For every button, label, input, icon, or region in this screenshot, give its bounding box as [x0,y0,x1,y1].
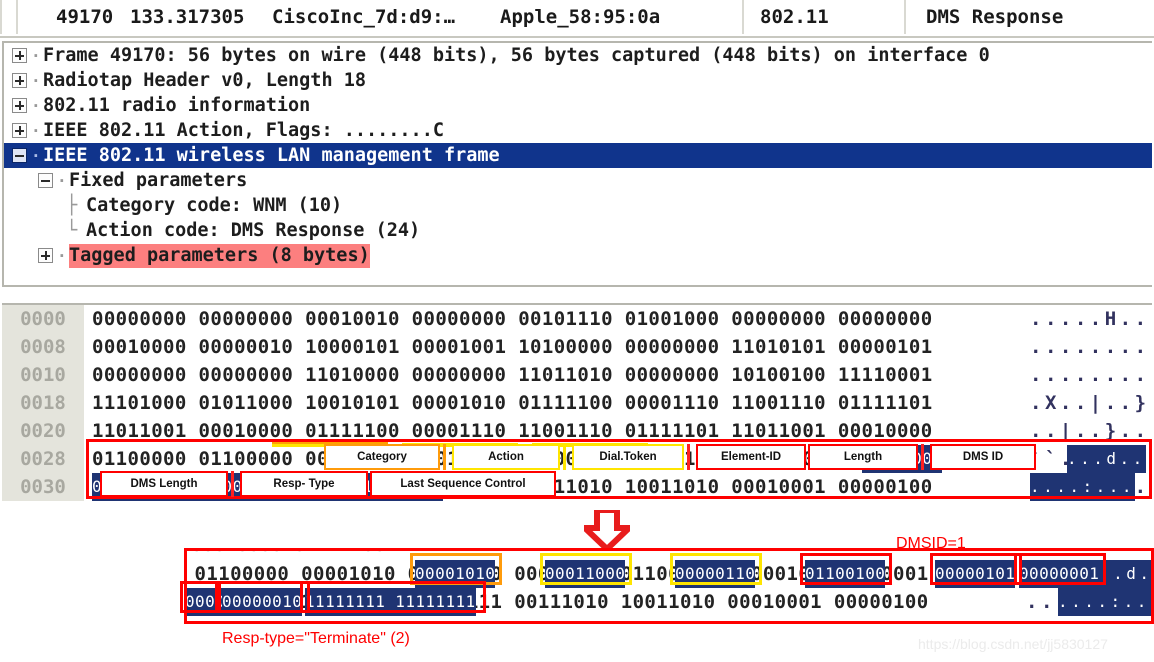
hex-offset: 0010 [2,361,84,389]
annotation-resp-type: Resp- Type [240,471,368,497]
annotation-category: Category [324,444,440,470]
expand-icon[interactable] [12,123,27,138]
detail-row-label: IEEE 802.11 wireless LAN management fram… [43,145,500,166]
annotation-separator [231,471,234,497]
annotation-element-id: Element-ID [696,444,806,470]
annotation-dialog-token: Dial.Token [572,444,684,470]
annotation-last-sequence-control: Last Sequence Control [370,471,556,497]
watermark: https://blog.csdn.net/jj5830127 [918,636,1108,652]
packet-info: DMS Response [926,6,1064,28]
detail-row-label: Fixed parameters [69,170,248,191]
annotation-separator [921,444,924,470]
packet-source: CiscoInc_7d:d9:… [272,6,456,28]
column-separator [16,0,18,34]
hex-bytes: 11101000 01011000 10010101 00001010 0111… [92,392,933,414]
expand-icon[interactable] [12,98,27,113]
packet-list-row[interactable]: 49170 133.317305 CiscoInc_7d:d9:… Apple_… [0,0,1154,34]
hex-bytes: 00000000 00000000 11010000 00000000 1101… [92,364,933,386]
detail-row[interactable]: ··Radiotap Header v0, Length 18 [4,68,1152,93]
collapse-icon[interactable] [38,173,53,188]
hex-offset: 0030 [2,473,84,501]
tree-leaf-connector: └ [66,220,78,241]
tree-connector: ·· [31,121,43,140]
annotation-dms-id: DMS ID [930,444,1036,470]
tree-connector: ·· [31,46,43,65]
annotation-frame-bottom [184,548,1154,624]
column-separator [0,0,2,34]
annotation-dms-length: DMS Length [100,471,228,497]
tree-connector: ·· [31,96,43,115]
hex-ascii: .....H.. [1030,308,1150,330]
annotation-separator [443,444,446,470]
hex-ascii: ........ [1030,364,1150,386]
tree-connector: ·· [57,246,69,265]
detail-row[interactable]: ··Frame 49170: 56 bytes on wire (448 bit… [4,43,1152,68]
detail-row-label: Frame 49170: 56 bytes on wire (448 bits)… [43,45,990,66]
detail-row-label: Radiotap Header v0, Length 18 [43,70,367,91]
hex-ascii: ........ [1030,336,1150,358]
tree-connector: ·· [31,146,43,165]
packet-list-pane[interactable]: 49170 133.317305 CiscoInc_7d:d9:… Apple_… [0,0,1154,38]
packet-protocol: 802.11 [760,6,829,28]
hex-offset: 0000 [2,305,84,333]
tree-leaf-connector: ├ [66,195,78,216]
hex-bytes: 00000000 00000000 00010010 00000000 0010… [92,308,933,330]
annotation-separator [687,444,690,470]
detail-row[interactable]: ··IEEE 802.11 wireless LAN management fr… [4,143,1152,168]
expand-icon[interactable] [38,248,53,263]
packet-details-pane[interactable]: ··Frame 49170: 56 bytes on wire (448 bit… [2,41,1152,287]
hex-ascii: .X..|..} [1030,392,1150,414]
annotation-separator [563,444,566,470]
detail-row[interactable]: ··Fixed parameters [4,168,1152,193]
collapse-icon[interactable] [12,148,27,163]
down-arrow-icon [577,507,637,554]
expand-icon[interactable] [12,48,27,63]
packet-time: 133.317305 [130,6,245,28]
detail-row-label: Category code: WNM (10) [86,195,343,216]
caption-resp-type: Resp-type="Terminate" (2) [222,630,410,647]
detail-row[interactable]: ··Tagged parameters (8 bytes) [4,243,1152,268]
tree-connector: ·· [57,171,69,190]
packet-no: 49170 [56,6,114,28]
detail-row-label: Tagged parameters (8 bytes) [69,243,370,268]
annotation-length: Length [808,444,918,470]
detail-row[interactable]: ├ Category code: WNM (10) [4,193,1152,218]
detail-row-label: 802.11 radio information [43,95,311,116]
tree-connector: ·· [31,71,43,90]
detail-row[interactable]: ··802.11 radio information [4,93,1152,118]
column-separator [904,0,906,34]
detail-row[interactable]: └ Action code: DMS Response (24) [4,218,1152,243]
hex-offset: 0020 [2,417,84,445]
column-separator [742,0,744,34]
hex-row[interactable]: 0000 00000000 00000000 00010010 00000000 … [2,305,1152,333]
hex-offset: 0028 [2,445,84,473]
hex-offset: 0008 [2,333,84,361]
hex-offset: 0018 [2,389,84,417]
hex-row[interactable]: 0008 00010000 00000010 10000101 00001001 … [2,333,1152,361]
detail-row-label: IEEE 802.11 Action, Flags: ........C [43,120,444,141]
detail-row[interactable]: ··IEEE 802.11 Action, Flags: ........C [4,118,1152,143]
detail-row-label: Action code: DMS Response (24) [86,220,421,241]
hex-bytes: 00010000 00000010 10000101 00001001 1010… [92,336,933,358]
hex-row[interactable]: 0010 00000000 00000000 11010000 00000000 … [2,361,1152,389]
packet-destination: Apple_58:95:0a [500,6,661,28]
annotation-action: Action [452,444,560,470]
hex-row[interactable]: 0018 11101000 01011000 10010101 00001010 … [2,389,1152,417]
expand-icon[interactable] [12,73,27,88]
packet-detail-tree[interactable]: ··Frame 49170: 56 bytes on wire (448 bit… [4,43,1152,268]
caption-dmsid: DMSID=1 [896,535,966,552]
